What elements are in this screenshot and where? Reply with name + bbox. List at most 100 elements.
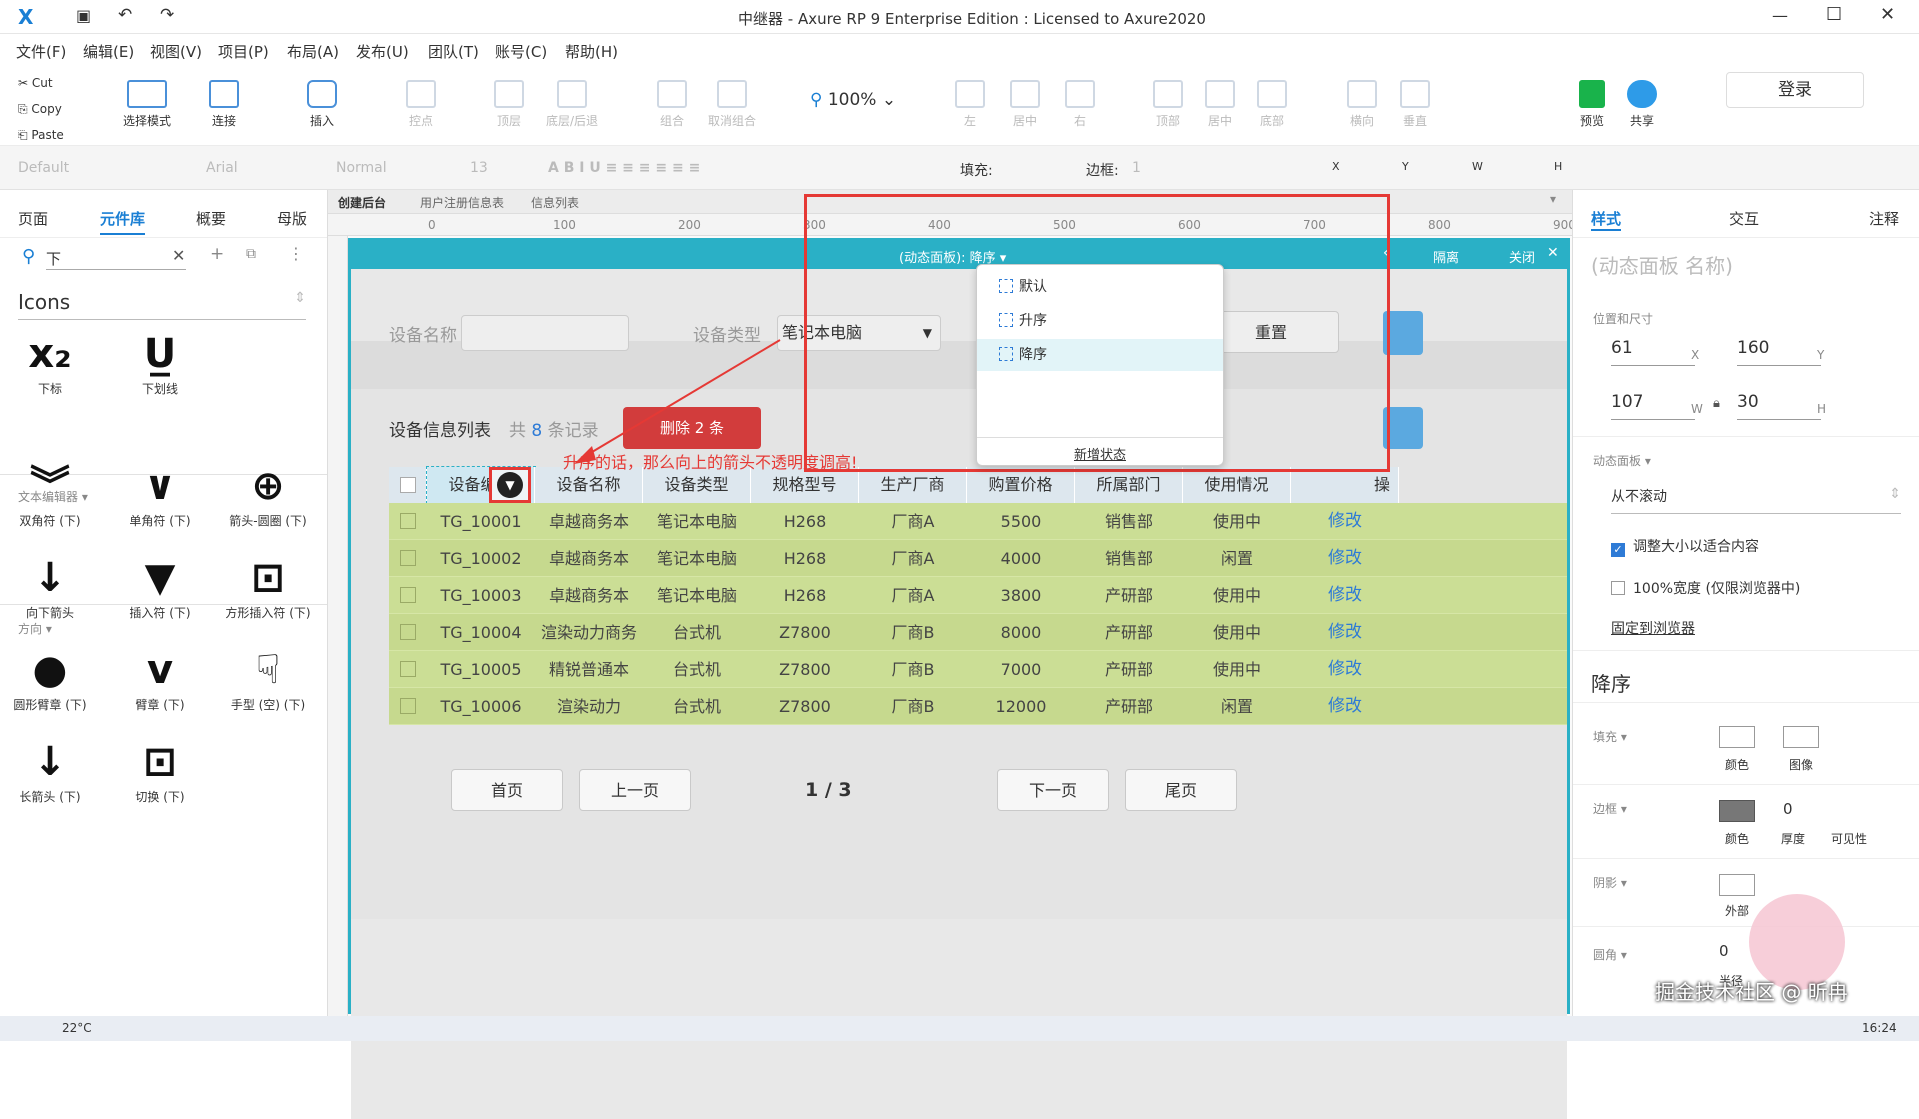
menu-help[interactable]: 帮助(H) <box>565 41 618 62</box>
direction-section[interactable]: 方向 ▾ <box>18 620 52 637</box>
lock-icon[interactable]: 🔒︎ <box>1713 396 1720 411</box>
fill-image-swatch[interactable] <box>1783 726 1819 748</box>
library-copy-icon[interactable]: ⧉ <box>246 246 256 262</box>
library-item[interactable]: x₂ 下标 <box>0 328 100 397</box>
connect-button[interactable]: 连接 <box>200 80 248 129</box>
font-select[interactable]: Arial <box>206 160 238 176</box>
library-item[interactable]: ︾ 双角符 (下) <box>0 460 100 529</box>
state-item-desc[interactable]: 降序 <box>977 339 1223 371</box>
next-page-button[interactable]: 下一页 <box>997 769 1109 811</box>
add-state-link[interactable]: 新增状态 <box>977 437 1223 463</box>
select-all-checkbox[interactable] <box>389 467 427 503</box>
isolate-button[interactable]: 隔离 <box>1433 247 1459 266</box>
fill-color-swatch[interactable] <box>1719 726 1755 748</box>
weight-select[interactable]: Normal <box>336 160 387 176</box>
clear-search-icon[interactable]: ✕ <box>172 246 185 265</box>
edit-link[interactable]: 修改 <box>1291 688 1399 725</box>
tabs-dropdown-icon[interactable]: ▾ <box>1550 192 1556 206</box>
w-input[interactable]: 107 <box>1611 392 1695 420</box>
row-checkbox[interactable] <box>389 540 427 577</box>
pin-to-browser-link[interactable]: 固定到浏览器 <box>1611 618 1695 638</box>
maximize-icon[interactable]: ☐ <box>1826 4 1842 25</box>
distribute-v-button[interactable]: 垂直 <box>1395 80 1435 129</box>
row-checkbox[interactable] <box>389 577 427 614</box>
x-input[interactable]: 61 <box>1611 338 1695 366</box>
shadow-swatch[interactable] <box>1719 874 1755 896</box>
menu-publish[interactable]: 发布(U) <box>356 41 409 62</box>
sort-toggle[interactable]: ▼ <box>489 467 531 503</box>
more-options-icon[interactable]: ⋮ <box>288 244 304 263</box>
library-item[interactable]: ● 圆形臂章 (下) <box>0 644 100 713</box>
library-item[interactable]: ⊕ 箭头-圆圈 (下) <box>218 460 318 529</box>
row-checkbox[interactable] <box>389 614 427 651</box>
border-thickness-input[interactable]: 0 <box>1783 800 1793 818</box>
h-input[interactable]: 30 <box>1737 392 1821 420</box>
tab-masters[interactable]: 母版 <box>277 208 307 229</box>
align-left-button[interactable]: 左 <box>950 80 990 129</box>
close-panel-button[interactable]: 关闭 <box>1509 247 1535 266</box>
tab-user-register[interactable]: 用户注册信息表 <box>420 194 504 211</box>
last-page-button[interactable]: 尾页 <box>1125 769 1237 811</box>
row-checkbox[interactable] <box>389 503 427 540</box>
edit-link[interactable]: 修改 <box>1291 503 1399 540</box>
border-width-input[interactable]: 1 <box>1132 160 1141 176</box>
tab-libraries[interactable]: 元件库 <box>100 208 146 235</box>
tab-create-backend[interactable]: 创建后台 <box>338 194 386 211</box>
align-right-button[interactable]: 右 <box>1060 80 1100 129</box>
menu-file[interactable]: 文件(F) <box>16 41 66 62</box>
radius-input[interactable]: 0 <box>1719 942 1729 960</box>
edit-link[interactable]: 修改 <box>1291 577 1399 614</box>
copy-button[interactable]: ⎘ Copy <box>18 96 64 122</box>
close-window-icon[interactable]: ✕ <box>1880 4 1895 25</box>
state-item-asc[interactable]: 升序 <box>977 305 1223 337</box>
zoom-select[interactable]: ⚲ 100% ⌄ <box>810 90 896 110</box>
tab-style[interactable]: 样式 <box>1591 208 1622 231</box>
full-width-checkbox[interactable]: 100%宽度 (仅限浏览器中) <box>1611 578 1800 598</box>
top-layer-button[interactable]: 顶层 <box>485 80 533 129</box>
align-bottom-button[interactable]: 底部 <box>1252 80 1292 129</box>
menu-project[interactable]: 项目(P) <box>218 41 269 62</box>
row-checkbox[interactable] <box>389 688 427 725</box>
group-button[interactable]: 组合 <box>648 80 696 129</box>
border-color-swatch[interactable] <box>1719 800 1755 822</box>
scroll-select[interactable]: 从不滚动 ⇕ <box>1611 486 1901 514</box>
y-input[interactable]: 160 <box>1737 338 1821 366</box>
share-button[interactable]: 共享 <box>1622 80 1662 129</box>
save-icon[interactable]: ▣ <box>76 6 91 25</box>
close-icon[interactable]: ✕ <box>1547 245 1559 261</box>
tab-pages[interactable]: 页面 <box>18 208 48 229</box>
bold-icon[interactable]: A B I U ≡ ≡ ≡ ≡ ≡ ≡ <box>548 160 700 176</box>
align-top-button[interactable]: 顶部 <box>1148 80 1188 129</box>
point-button[interactable]: 控点 <box>397 80 445 129</box>
undo-icon[interactable]: ↶ <box>118 5 132 25</box>
ungroup-button[interactable]: 取消组合 <box>700 80 764 129</box>
tab-outline[interactable]: 概要 <box>196 208 226 229</box>
align-middle-button[interactable]: 居中 <box>1200 80 1240 129</box>
edit-link[interactable]: 修改 <box>1291 614 1399 651</box>
library-item[interactable]: ↓ 向下箭头 <box>0 552 100 621</box>
add-library-icon[interactable]: + <box>210 244 224 264</box>
row-checkbox[interactable] <box>389 651 427 688</box>
tab-notes[interactable]: 注释 <box>1869 208 1899 229</box>
library-item[interactable]: ☟ 手型 (空) (下) <box>218 644 318 713</box>
align-center-button[interactable]: 居中 <box>1005 80 1045 129</box>
library-item[interactable]: ∨ 单角符 (下) <box>110 460 210 529</box>
library-search-input[interactable]: 下 <box>46 248 186 270</box>
bottom-layer-button[interactable]: 底层/后退 <box>540 80 604 129</box>
style-select[interactable]: Default <box>18 160 69 176</box>
cut-button[interactable]: ✂ Cut <box>18 70 64 96</box>
insert-button[interactable]: 插入 <box>298 80 346 129</box>
library-item[interactable]: ⊡ 方形插入符 (下) <box>218 552 318 621</box>
edit-link[interactable]: 修改 <box>1291 540 1399 577</box>
library-item[interactable]: ▼ 插入符 (下) <box>110 552 210 621</box>
first-page-button[interactable]: 首页 <box>451 769 563 811</box>
library-item[interactable]: v 臂章 (下) <box>110 644 210 713</box>
menu-layout[interactable]: 布局(A) <box>287 41 339 62</box>
library-item[interactable]: ↓ 长箭头 (下) <box>0 736 100 805</box>
menu-view[interactable]: 视图(V) <box>150 41 202 62</box>
menu-team[interactable]: 团队(T) <box>428 41 479 62</box>
library-item[interactable]: ⊡ 切换 (下) <box>110 736 210 805</box>
library-item[interactable]: U̲ 下划线 <box>110 328 210 397</box>
login-button[interactable]: 登录 <box>1726 72 1864 108</box>
state-item-default[interactable]: 默认 <box>977 271 1223 303</box>
